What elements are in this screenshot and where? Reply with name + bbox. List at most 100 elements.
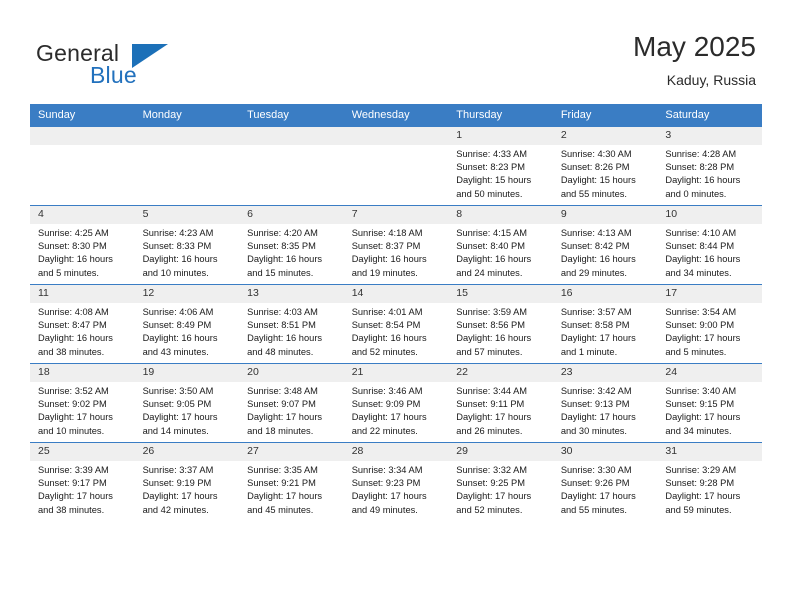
calendar-day-cell[interactable]: 8 Sunrise: 4:15 AM Sunset: 8:40 PM Daylight… [448,205,553,285]
sunset-time: Sunset: 9:00 PM [665,320,735,331]
day-details: Sunrise: 3:35 AM Sunset: 9:21 PM Daylight:… [239,461,344,517]
calendar-day-cell[interactable]: 20 Sunrise: 3:48 AM Sunset: 9:07 PM Dayligh… [239,363,344,443]
daylight-duration-line2: and 5 minutes. [38,267,99,278]
calendar-cell-empty [30,126,135,206]
day-number: 14 [343,285,449,303]
sunset-time: Sunset: 9:25 PM [456,478,525,489]
sunrise-time: Sunrise: 3:50 AM [142,386,214,396]
calendar-day-cell[interactable]: 29 Sunrise: 3:32 AM Sunset: 9:25 PM Dayligh… [448,442,553,521]
calendar-day-cell[interactable]: 9 Sunrise: 4:13 AM Sunset: 8:42 PM Daylight… [552,205,658,285]
calendar-day-cell[interactable]: 1 Sunrise: 4:33 AM Sunset: 8:23 PM Daylight… [448,126,553,206]
daylight-duration-line2: and 24 minutes. [456,267,523,278]
sunset-time: Sunset: 9:26 PM [560,478,630,489]
calendar-day-cell[interactable]: 14 Sunrise: 4:01 AM Sunset: 8:54 PM Dayligh… [343,284,449,364]
calendar-day-cell[interactable]: 3 Sunrise: 4:28 AM Sunset: 8:28 PM Daylight… [657,126,762,206]
calendar-day-cell[interactable]: 26 Sunrise: 3:37 AM Sunset: 9:19 PM Dayligh… [134,442,240,521]
day-number: 5 [134,206,240,224]
daylight-duration-line2: and 57 minutes. [456,346,523,357]
daylight-duration-line2: and 34 minutes. [665,425,732,436]
sunset-time: Sunset: 9:21 PM [247,478,316,489]
calendar-day-cell[interactable]: 5 Sunrise: 4:23 AM Sunset: 8:33 PM Daylight… [134,205,240,285]
daylight-duration-line1: Daylight: 16 hours [665,175,741,186]
day-cell-inner: 1 Sunrise: 4:33 AM Sunset: 8:23 PM Daylight… [448,127,553,205]
calendar-day-cell[interactable]: 24 Sunrise: 3:40 AM Sunset: 9:15 PM Dayligh… [657,363,762,443]
flag-triangle-icon [132,44,168,68]
weekday-header-monday: Monday [134,104,240,127]
day-cell-inner: 8 Sunrise: 4:15 AM Sunset: 8:40 PM Daylight… [448,206,553,284]
sunrise-time: Sunrise: 4:03 AM [247,307,318,317]
day-cell-inner: 9 Sunrise: 4:13 AM Sunset: 8:42 PM Daylight… [552,206,658,284]
day-details: Sunrise: 3:30 AM Sunset: 9:26 PM Daylight:… [553,461,658,517]
calendar-day-cell[interactable]: 16 Sunrise: 3:57 AM Sunset: 8:58 PM Dayligh… [552,284,658,364]
day-cell-inner: 17 Sunrise: 3:54 AM Sunset: 9:00 PM Dayligh… [657,285,762,363]
sunset-time: Sunset: 8:35 PM [247,241,316,252]
daylight-duration-line2: and 59 minutes. [665,504,732,515]
sunrise-time: Sunrise: 3:42 AM [560,386,632,396]
calendar-day-cell[interactable]: 10 Sunrise: 4:10 AM Sunset: 8:44 PM Dayligh… [657,205,762,285]
day-number: 10 [657,206,762,224]
day-cell-inner: 30 Sunrise: 3:30 AM Sunset: 9:26 PM Dayligh… [552,443,658,521]
calendar-day-cell[interactable]: 11 Sunrise: 4:08 AM Sunset: 8:47 PM Dayligh… [30,284,135,364]
day-number: 23 [552,364,658,382]
day-number: 25 [30,443,135,461]
daylight-duration-line1: Daylight: 17 hours [456,491,532,502]
sunset-time: Sunset: 8:40 PM [456,241,525,252]
day-number: 30 [552,443,658,461]
sunset-time: Sunset: 8:54 PM [351,320,421,331]
day-number: 22 [448,364,553,382]
daylight-duration-line1: Daylight: 17 hours [665,333,741,344]
day-number: 19 [134,364,240,382]
calendar-day-cell[interactable]: 18 Sunrise: 3:52 AM Sunset: 9:02 PM Dayligh… [30,363,135,443]
calendar-day-cell[interactable]: 27 Sunrise: 3:35 AM Sunset: 9:21 PM Dayligh… [239,442,344,521]
calendar-body: 1 Sunrise: 4:33 AM Sunset: 8:23 PM Daylight… [30,126,762,521]
day-details: Sunrise: 3:59 AM Sunset: 8:56 PM Daylight:… [448,303,553,359]
daylight-duration-line1: Daylight: 17 hours [38,491,113,502]
daylight-duration-line2: and 50 minutes. [456,188,523,199]
daylight-duration-line1: Daylight: 16 hours [247,333,323,344]
page-subtitle: Kaduy, Russia [666,72,756,88]
calendar-day-cell[interactable]: 13 Sunrise: 4:03 AM Sunset: 8:51 PM Dayligh… [239,284,344,364]
day-cell-inner: 29 Sunrise: 3:32 AM Sunset: 9:25 PM Dayligh… [448,443,553,521]
daylight-duration-line1: Daylight: 16 hours [351,333,427,344]
day-cell-inner [30,127,135,205]
calendar-day-cell[interactable]: 7 Sunrise: 4:18 AM Sunset: 8:37 PM Daylight… [343,205,449,285]
brand-logo[interactable]: General Blue [36,40,206,88]
sunrise-time: Sunrise: 3:48 AM [247,386,318,396]
day-number: 12 [134,285,240,303]
calendar-day-cell[interactable]: 23 Sunrise: 3:42 AM Sunset: 9:13 PM Dayligh… [552,363,658,443]
calendar-day-cell[interactable]: 17 Sunrise: 3:54 AM Sunset: 9:00 PM Dayligh… [657,284,762,364]
day-cell-inner [239,127,344,205]
sunrise-time: Sunrise: 3:30 AM [560,465,632,475]
sunset-time: Sunset: 9:05 PM [142,399,212,410]
calendar-day-cell[interactable]: 19 Sunrise: 3:50 AM Sunset: 9:05 PM Dayligh… [134,363,240,443]
calendar-day-cell[interactable]: 31 Sunrise: 3:29 AM Sunset: 9:28 PM Dayligh… [657,442,762,521]
daylight-duration-line1: Daylight: 17 hours [560,412,636,423]
calendar-day-cell[interactable]: 22 Sunrise: 3:44 AM Sunset: 9:11 PM Dayligh… [448,363,553,443]
day-details: Sunrise: 4:03 AM Sunset: 8:51 PM Daylight:… [239,303,344,359]
calendar-day-cell[interactable]: 12 Sunrise: 4:06 AM Sunset: 8:49 PM Dayligh… [134,284,240,364]
sunrise-time: Sunrise: 4:08 AM [38,307,109,317]
daylight-duration-line2: and 30 minutes. [560,425,627,436]
calendar-day-cell[interactable]: 15 Sunrise: 3:59 AM Sunset: 8:56 PM Dayligh… [448,284,553,364]
calendar-day-cell[interactable]: 21 Sunrise: 3:46 AM Sunset: 9:09 PM Dayligh… [343,363,449,443]
day-details: Sunrise: 3:40 AM Sunset: 9:15 PM Daylight:… [657,382,762,438]
daylight-duration-line2: and 52 minutes. [456,504,523,515]
calendar-day-cell[interactable]: 2 Sunrise: 4:30 AM Sunset: 8:26 PM Daylight… [552,126,658,206]
calendar-day-cell[interactable]: 25 Sunrise: 3:39 AM Sunset: 9:17 PM Dayligh… [30,442,135,521]
weekday-header-tuesday: Tuesday [239,104,344,127]
calendar-day-cell[interactable]: 4 Sunrise: 4:25 AM Sunset: 8:30 PM Daylight… [30,205,135,285]
sunrise-time: Sunrise: 4:18 AM [351,228,423,238]
sunset-time: Sunset: 8:58 PM [560,320,630,331]
day-number: 24 [657,364,762,382]
calendar-week-row: 1 Sunrise: 4:33 AM Sunset: 8:23 PM Daylight… [30,126,762,206]
day-details: Sunrise: 4:23 AM Sunset: 8:33 PM Daylight:… [135,224,240,280]
sunrise-time: Sunrise: 3:39 AM [38,465,109,475]
daylight-duration-line2: and 52 minutes. [351,346,418,357]
calendar-day-cell[interactable]: 28 Sunrise: 3:34 AM Sunset: 9:23 PM Dayligh… [343,442,449,521]
calendar-day-cell[interactable]: 30 Sunrise: 3:30 AM Sunset: 9:26 PM Dayligh… [552,442,658,521]
day-number: 3 [657,127,762,145]
day-cell-inner: 24 Sunrise: 3:40 AM Sunset: 9:15 PM Dayligh… [657,364,762,442]
daylight-duration-line2: and 55 minutes. [560,504,627,515]
sunrise-time: Sunrise: 3:34 AM [351,465,423,475]
calendar-day-cell[interactable]: 6 Sunrise: 4:20 AM Sunset: 8:35 PM Daylight… [239,205,344,285]
